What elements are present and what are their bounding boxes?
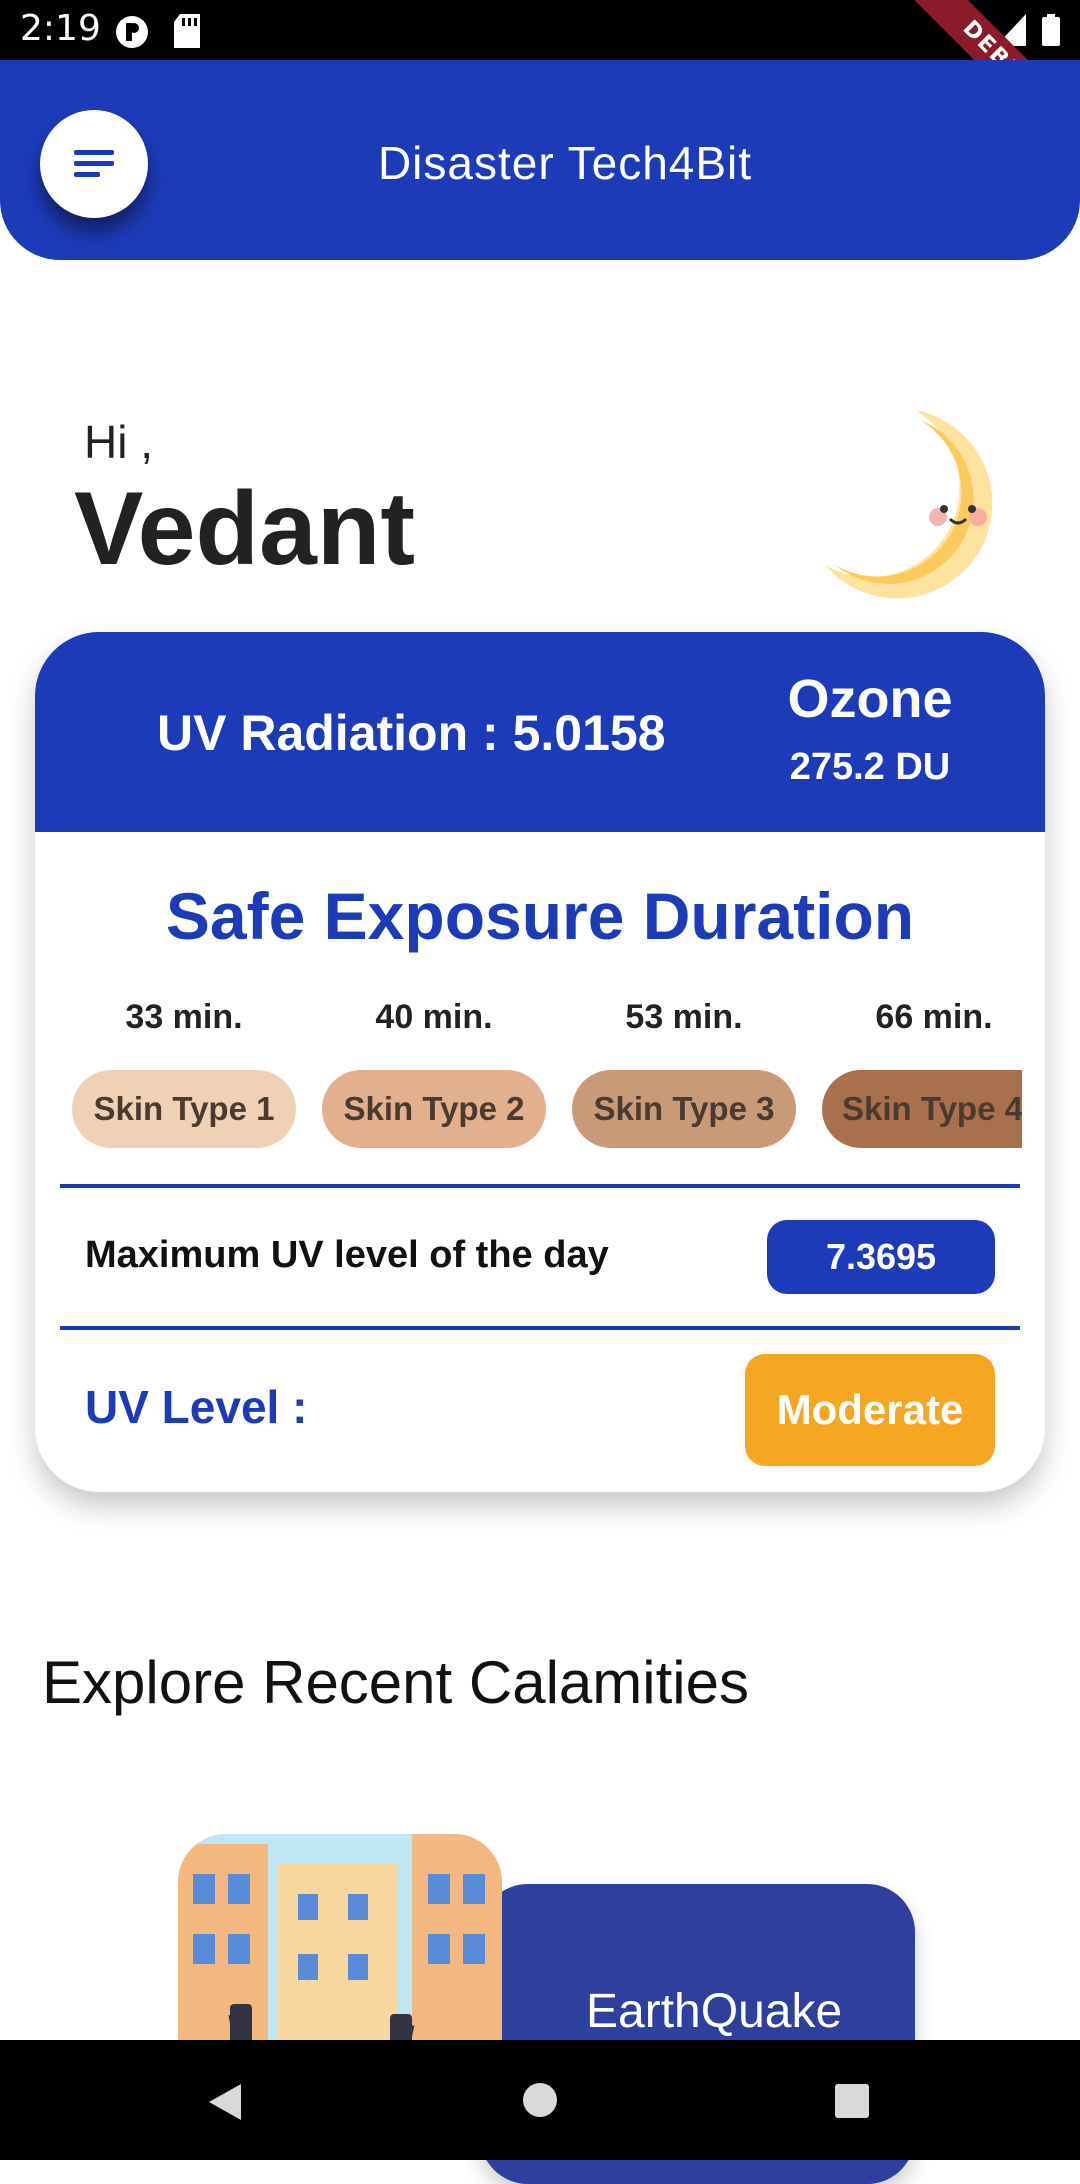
menu-icon [74, 150, 114, 177]
greeting-hi: Hi , [84, 416, 153, 468]
menu-button[interactable] [40, 110, 148, 218]
skin-type-chip[interactable]: Skin Type 2 [322, 1070, 546, 1148]
calamity-name: EarthQuake [586, 1985, 843, 2038]
uv-card: UV Radiation : 5.0158 Ozone 275.2 DU Saf… [35, 632, 1045, 1492]
notification-icon [116, 16, 148, 48]
uv-level-label: UV Level : [85, 1381, 308, 1433]
uv-level-badge: Moderate [745, 1354, 995, 1466]
safe-exposure-title: Safe Exposure Duration [165, 879, 915, 953]
status-time: 2:19 [20, 8, 101, 49]
max-uv-badge: 7.3695 [767, 1220, 995, 1294]
skin-type-minutes: 40 min. [375, 998, 493, 1036]
max-uv-label: Maximum UV level of the day [85, 1234, 609, 1276]
home-icon[interactable] [522, 2082, 558, 2118]
skin-type-chip[interactable]: Skin Type 4 [822, 1070, 1022, 1148]
navigation-bar [0, 2040, 1080, 2160]
app-bar: Disaster Tech4Bit [0, 60, 1080, 260]
recents-icon[interactable] [834, 2083, 870, 2119]
back-icon[interactable] [205, 2082, 245, 2122]
uv-card-header: UV Radiation : 5.0158 Ozone 275.2 DU [35, 632, 1045, 832]
app-title: Disaster Tech4Bit [377, 137, 753, 189]
skin-type-item: 66 min. Skin Type 4 [822, 998, 1022, 1148]
ozone-value: 275.2 DU [789, 746, 951, 788]
divider [60, 1326, 1020, 1330]
skin-type-chip[interactable]: Skin Type 3 [572, 1070, 796, 1148]
explore-title: Explore Recent Calamities [42, 1649, 749, 1716]
skin-type-chip[interactable]: Skin Type 1 [72, 1070, 296, 1148]
skin-type-item: 53 min. Skin Type 3 [572, 998, 796, 1148]
skin-type-item: 33 min. Skin Type 1 [72, 998, 296, 1148]
skin-type-item: 40 min. Skin Type 2 [322, 998, 546, 1148]
moon-icon [825, 410, 993, 599]
skin-type-minutes: 53 min. [625, 998, 743, 1036]
divider [60, 1184, 1020, 1188]
skin-type-minutes: 66 min. [875, 998, 993, 1036]
user-name: Vedant [74, 471, 415, 587]
ozone-label: Ozone [787, 669, 953, 729]
skin-type-minutes: 33 min. [125, 998, 243, 1036]
sdcard-icon [174, 14, 200, 48]
battery-icon [1042, 14, 1060, 46]
uv-radiation-value: UV Radiation : 5.0158 [157, 705, 666, 761]
status-bar: 2:19 [0, 0, 1080, 60]
